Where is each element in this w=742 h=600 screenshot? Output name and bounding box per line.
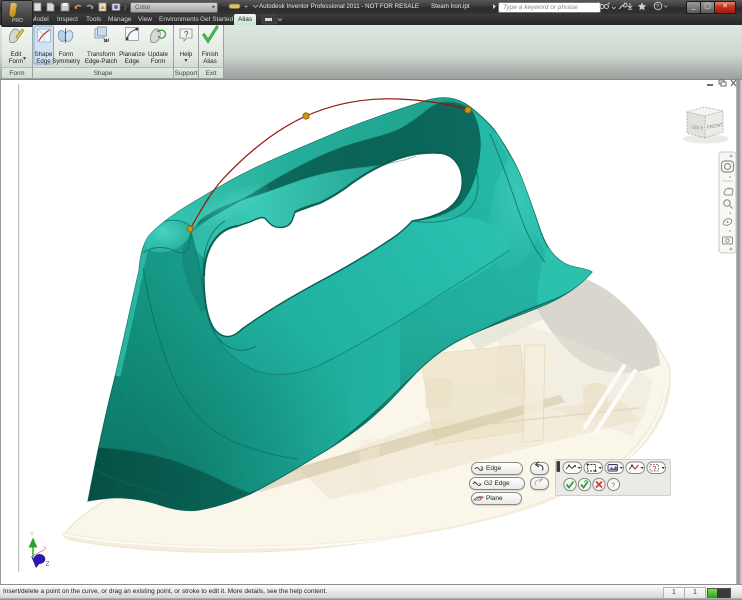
svg-text:?: ? <box>611 483 615 490</box>
svg-text:?: ? <box>653 466 657 473</box>
